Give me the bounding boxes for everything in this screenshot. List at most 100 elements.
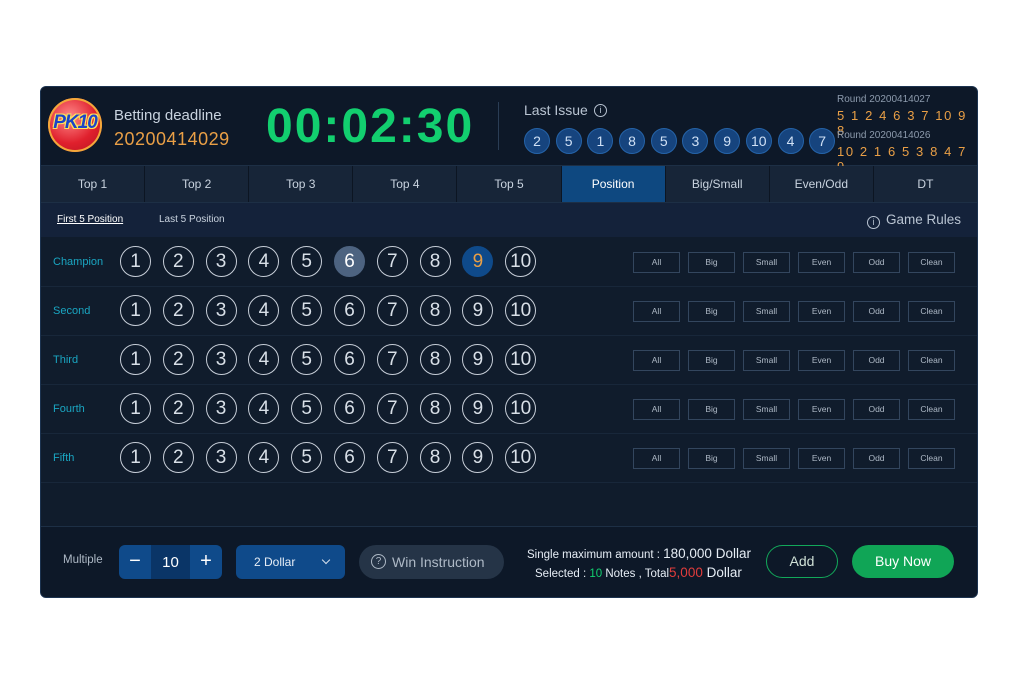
number-ball[interactable]: 9 [462, 442, 494, 473]
quick-select-even-button[interactable]: Even [798, 399, 845, 420]
add-button[interactable]: Add [766, 545, 838, 578]
tab-last-5-position[interactable]: Last 5 Position [159, 214, 225, 225]
quick-select-small-button[interactable]: Small [743, 252, 790, 273]
number-ball[interactable]: 4 [248, 442, 280, 473]
quick-select-even-button[interactable]: Even [798, 350, 845, 371]
quick-select-odd-button[interactable]: Odd [853, 252, 900, 273]
quick-select-big-button[interactable]: Big [688, 301, 735, 322]
win-instruction-button[interactable]: ? Win Instruction [359, 545, 504, 579]
number-ball[interactable]: 7 [376, 295, 408, 326]
tab-first-5-position[interactable]: First 5 Position [57, 214, 123, 225]
number-ball[interactable]: 8 [419, 344, 451, 375]
number-ball[interactable]: 1 [120, 295, 151, 326]
quick-select-clean-button[interactable]: Clean [908, 350, 955, 371]
quick-select-all-button[interactable]: All [633, 350, 680, 371]
quick-select-clean-button[interactable]: Clean [908, 399, 955, 420]
number-ball[interactable]: 8 [419, 393, 451, 424]
quick-select-all-button[interactable]: All [633, 399, 680, 420]
quick-select-small-button[interactable]: Small [743, 301, 790, 322]
quick-select-odd-button[interactable]: Odd [853, 301, 900, 322]
quick-select-small-button[interactable]: Small [743, 399, 790, 420]
last-issue-info-icon[interactable]: i [594, 104, 607, 117]
tab-dt[interactable]: DT [874, 166, 977, 202]
number-ball[interactable]: 10 [505, 295, 537, 326]
tab-even-odd[interactable]: Even/Odd [770, 166, 874, 202]
quick-select-big-button[interactable]: Big [688, 252, 735, 273]
quick-select-clean-button[interactable]: Clean [908, 448, 955, 469]
number-ball[interactable]: 9 [462, 246, 494, 277]
quick-select-clean-button[interactable]: Clean [908, 301, 955, 322]
tab-top-3[interactable]: Top 3 [249, 166, 354, 202]
increment-button[interactable]: + [190, 545, 222, 579]
number-ball[interactable]: 8 [419, 442, 451, 473]
quick-select-odd-button[interactable]: Odd [853, 350, 900, 371]
unit-select[interactable]: 2 Dollar [236, 545, 345, 579]
quick-select-even-button[interactable]: Even [798, 252, 845, 273]
number-ball[interactable]: 5 [291, 344, 323, 375]
quick-select-clean-button[interactable]: Clean [908, 252, 955, 273]
number-ball[interactable]: 7 [376, 442, 408, 473]
number-ball[interactable]: 2 [162, 246, 194, 277]
number-ball[interactable]: 8 [419, 295, 451, 326]
quick-select-even-button[interactable]: Even [798, 301, 845, 322]
number-ball[interactable]: 3 [205, 295, 237, 326]
number-ball[interactable]: 10 [505, 344, 537, 375]
quick-select-small-button[interactable]: Small [743, 448, 790, 469]
number-ball[interactable]: 4 [248, 246, 280, 277]
number-ball[interactable]: 6 [333, 295, 365, 326]
decrement-button[interactable]: − [119, 545, 151, 579]
quick-select-all-button[interactable]: All [633, 448, 680, 469]
number-ball[interactable]: 6 [333, 442, 365, 473]
multiple-input[interactable]: 10 [151, 545, 190, 579]
number-ball[interactable]: 2 [162, 295, 194, 326]
number-ball[interactable]: 6 [333, 393, 365, 424]
quick-select-big-button[interactable]: Big [688, 448, 735, 469]
number-ball[interactable]: 5 [291, 442, 323, 473]
quick-select-odd-button[interactable]: Odd [853, 399, 900, 420]
number-ball[interactable]: 6 [333, 344, 365, 375]
number-ball[interactable]: 3 [205, 442, 237, 473]
tab-top-5[interactable]: Top 5 [457, 166, 562, 202]
number-ball[interactable]: 5 [291, 393, 323, 424]
quick-select-all-button[interactable]: All [633, 252, 680, 273]
tab-top-4[interactable]: Top 4 [353, 166, 458, 202]
number-ball[interactable]: 10 [505, 393, 537, 424]
number-ball[interactable]: 5 [291, 246, 323, 277]
game-rules-link[interactable]: i Game Rules [866, 212, 961, 229]
number-ball[interactable]: 7 [376, 344, 408, 375]
number-ball[interactable]: 3 [205, 344, 237, 375]
number-ball[interactable]: 4 [248, 295, 280, 326]
number-ball[interactable]: 6 [333, 246, 365, 277]
number-ball[interactable]: 9 [462, 393, 494, 424]
number-ball[interactable]: 3 [205, 393, 237, 424]
number-ball[interactable]: 10 [505, 442, 537, 473]
number-ball[interactable]: 2 [162, 442, 194, 473]
quick-select-big-button[interactable]: Big [688, 350, 735, 371]
number-ball[interactable]: 9 [462, 295, 494, 326]
number-ball[interactable]: 4 [248, 344, 280, 375]
quick-select-all-button[interactable]: All [633, 301, 680, 322]
number-ball[interactable]: 10 [505, 246, 537, 277]
number-ball[interactable]: 1 [120, 344, 151, 375]
buy-now-button[interactable]: Buy Now [852, 545, 954, 578]
tab-top-2[interactable]: Top 2 [145, 166, 250, 202]
number-ball[interactable]: 5 [291, 295, 323, 326]
tab-top-1[interactable]: Top 1 [41, 166, 146, 202]
number-ball[interactable]: 7 [376, 246, 408, 277]
tab-big-small[interactable]: Big/Small [666, 166, 770, 202]
quick-select-small-button[interactable]: Small [743, 350, 790, 371]
number-ball[interactable]: 2 [162, 344, 194, 375]
number-ball[interactable]: 7 [376, 393, 408, 424]
number-ball[interactable]: 1 [120, 393, 151, 424]
quick-select-big-button[interactable]: Big [688, 399, 735, 420]
number-ball[interactable]: 1 [120, 442, 151, 473]
number-ball[interactable]: 9 [462, 344, 494, 375]
number-ball[interactable]: 8 [419, 246, 451, 277]
number-ball[interactable]: 3 [205, 246, 237, 277]
quick-select-even-button[interactable]: Even [798, 448, 845, 469]
tab-position[interactable]: Position [561, 166, 666, 202]
number-ball[interactable]: 1 [120, 246, 151, 277]
number-ball[interactable]: 2 [162, 393, 194, 424]
number-ball[interactable]: 4 [248, 393, 280, 424]
quick-select-odd-button[interactable]: Odd [853, 448, 900, 469]
